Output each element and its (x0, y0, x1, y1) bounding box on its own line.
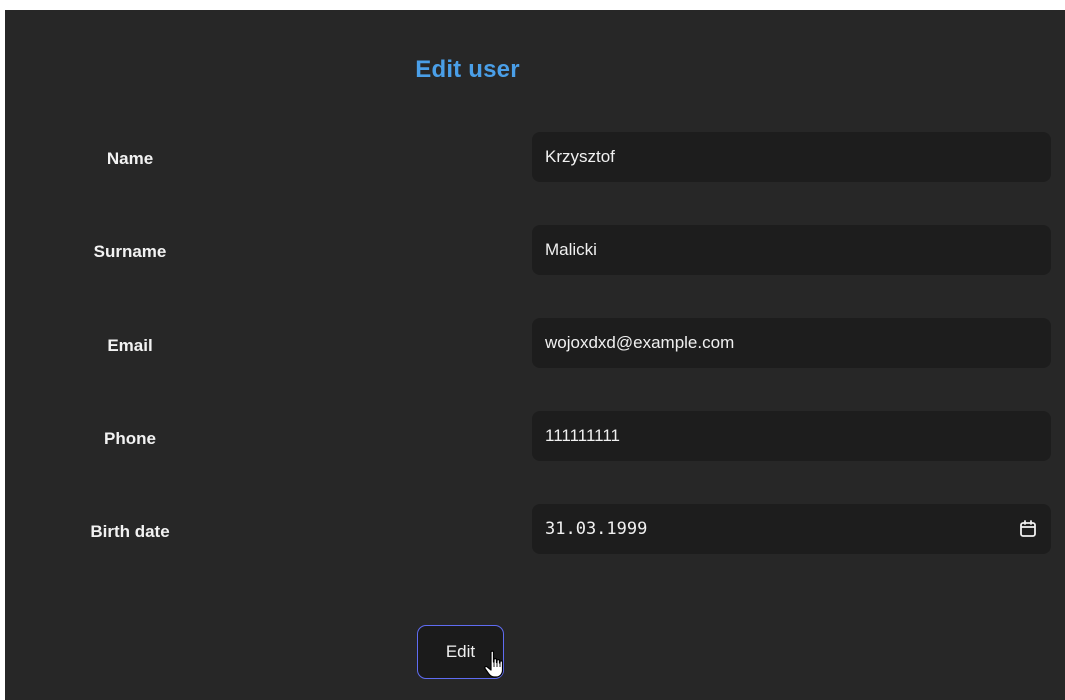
page-title: Edit user (415, 56, 520, 83)
surname-label: Surname (93, 242, 167, 261)
hand-pointer-cursor-icon (484, 650, 504, 678)
edit-user-panel: Edit user Name Surname Email Phone Birth… (5, 10, 1065, 700)
surname-field-container (532, 225, 1051, 275)
email-input[interactable] (545, 333, 1038, 353)
name-label: Name (106, 149, 154, 168)
email-field-container (532, 318, 1051, 368)
birth-date-field[interactable]: 31.03.1999 (532, 504, 1051, 554)
phone-field-container (532, 411, 1051, 461)
birth-date-value[interactable]: 31.03.1999 (545, 519, 647, 539)
email-label: Email (107, 336, 153, 355)
phone-input[interactable] (545, 426, 1038, 446)
calendar-icon[interactable] (1018, 519, 1038, 539)
phone-label: Phone (104, 429, 156, 448)
birth-date-label: Birth date (90, 522, 170, 541)
name-field-container (532, 132, 1051, 182)
name-input[interactable] (545, 147, 1038, 167)
surname-input[interactable] (545, 240, 1038, 260)
